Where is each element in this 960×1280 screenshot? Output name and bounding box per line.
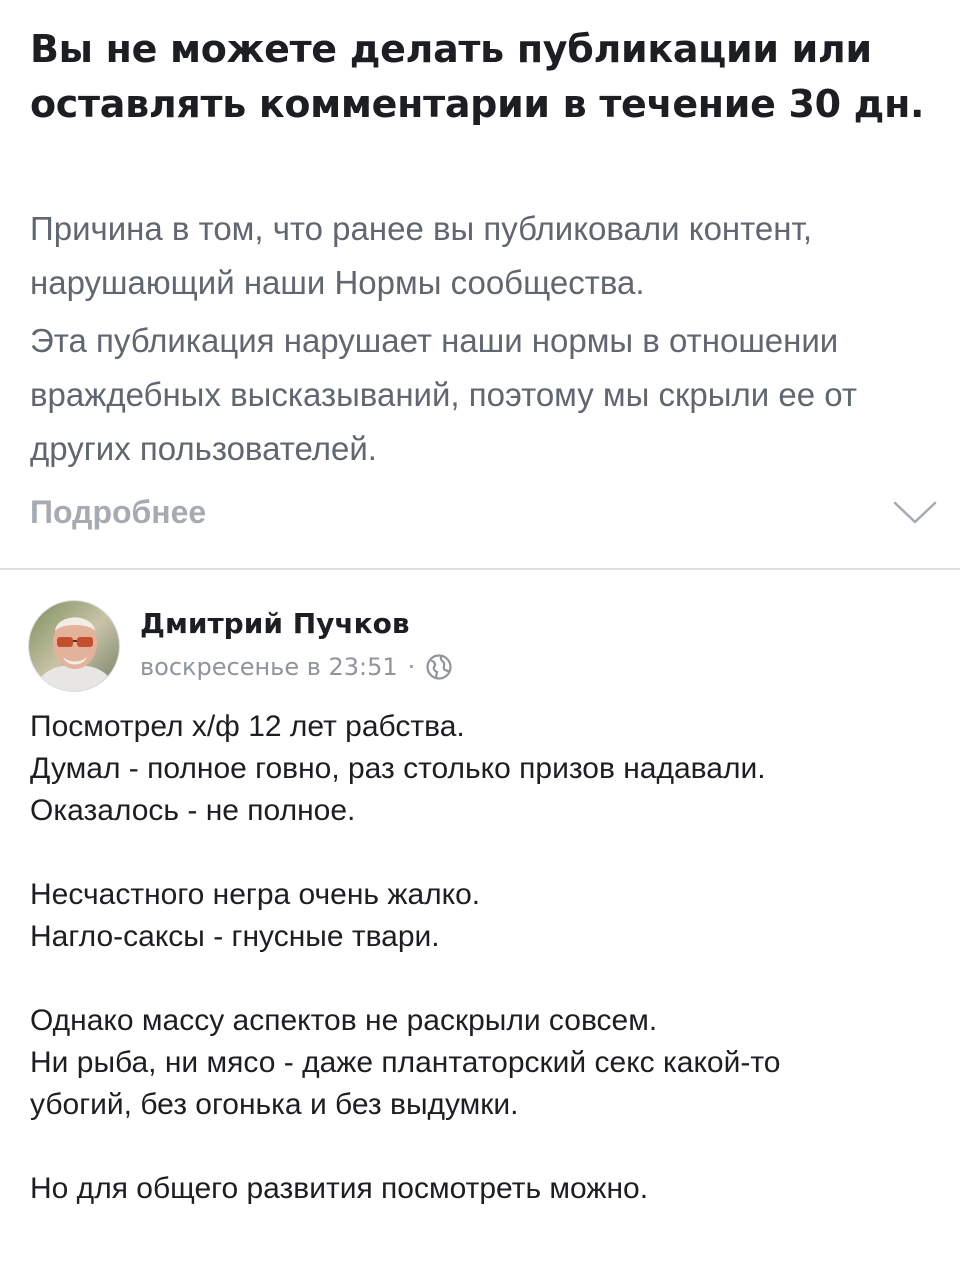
avatar-photo: [29, 601, 119, 691]
post-line: Однако массу аспектов не раскрыли совсем…: [30, 1004, 658, 1037]
chevron-down-icon: [893, 501, 937, 524]
post-line: убогий, без огонька и без выдумки.: [30, 1088, 519, 1121]
restriction-notice: Вы не можете делать публикации или остав…: [0, 0, 960, 568]
more-details-button[interactable]: Подробнее: [0, 482, 960, 544]
section-divider: [0, 568, 960, 570]
post-line: Думал - полное говно, раз столько призов…: [30, 752, 766, 785]
post-line: Нагло-саксы - гнусные твари.: [30, 920, 440, 953]
avatar[interactable]: [28, 600, 120, 692]
notice-reason-text: Причина в том, что ранее вы публиковали …: [30, 210, 813, 301]
notice-violation-text: Эта публикация нарушает наши нормы в отн…: [30, 322, 857, 467]
post-line: Но для общего развития посмотреть можно.: [30, 1172, 649, 1205]
post-line: [30, 958, 940, 1000]
post-timestamp[interactable]: воскресенье в 23:51: [140, 650, 398, 684]
author-name[interactable]: Дмитрий Пучков: [140, 606, 410, 642]
post-line: Несчастного негра очень жалко.: [30, 878, 481, 911]
post-line: [30, 832, 940, 874]
globe-icon: [426, 654, 452, 680]
post-line: Посмотрел х/ф 12 лет рабства.: [30, 710, 465, 743]
post-meta: воскресенье в 23:51 ·: [140, 650, 453, 684]
post-line: [30, 1126, 940, 1168]
post-body: Посмотрел х/ф 12 лет рабства. Думал - по…: [30, 706, 940, 1210]
more-details-label: Подробнее: [30, 494, 207, 530]
post-line: Оказалось - не полное.: [30, 794, 356, 827]
meta-separator: ·: [407, 653, 416, 681]
notice-title: Вы не можете делать публикации или остав…: [30, 27, 925, 126]
post-header: Дмитрий Пучков воскресенье в 23:51 ·: [0, 590, 960, 700]
post-line: Ни рыба, ни мясо - даже плантаторский се…: [30, 1046, 781, 1079]
